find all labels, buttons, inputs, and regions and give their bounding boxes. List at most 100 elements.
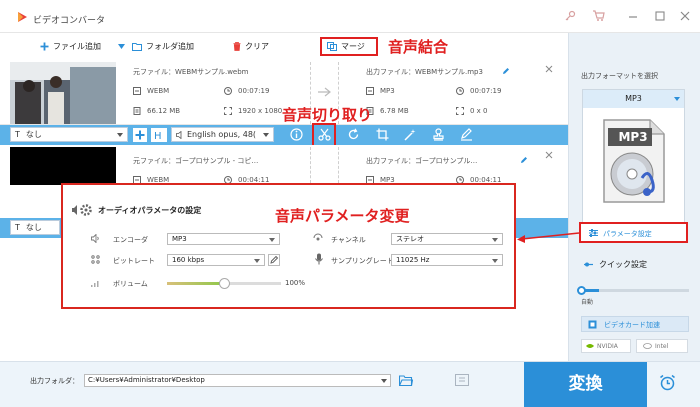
minimize-icon[interactable] bbox=[628, 10, 638, 22]
volume-slider-track[interactable] bbox=[167, 278, 281, 289]
bitrate-select[interactable]: 160 kbps bbox=[167, 254, 265, 266]
output-filename-2: ゴープロサンプル… bbox=[415, 157, 478, 165]
scissors-cut-icon[interactable] bbox=[318, 128, 331, 141]
dropdown-arrow-icon bbox=[492, 259, 498, 263]
effects-wand-icon[interactable] bbox=[404, 128, 417, 141]
merge-button[interactable]: マージ bbox=[327, 41, 365, 52]
add-file-button[interactable]: ファイル追加 bbox=[40, 41, 101, 52]
cart-icon[interactable] bbox=[592, 10, 605, 22]
convert-button[interactable]: 変換 bbox=[524, 362, 647, 407]
samplerate-label: サンプリングレート bbox=[331, 257, 394, 265]
format-name: MP3 bbox=[583, 90, 684, 108]
speaker-icon bbox=[176, 130, 184, 139]
resolution-icon bbox=[456, 107, 464, 115]
clock-icon bbox=[456, 87, 464, 95]
plus-icon bbox=[40, 42, 49, 51]
clear-button[interactable]: クリア bbox=[233, 41, 269, 52]
dropdown-arrow-icon bbox=[263, 133, 269, 137]
add-folder-label: フォルダ追加 bbox=[146, 42, 194, 51]
title-bar: ビデオコンバータ bbox=[0, 0, 700, 33]
folder-open-icon[interactable] bbox=[399, 375, 413, 386]
watermark-stamp-icon[interactable] bbox=[432, 128, 445, 141]
output-folder-input[interactable]: C:¥Users¥Administrator¥Desktop bbox=[84, 374, 391, 387]
key-icon[interactable] bbox=[564, 10, 576, 22]
source-resolution-1: 1920 x 1080 bbox=[238, 107, 283, 115]
crop-icon[interactable] bbox=[376, 128, 389, 141]
edit-pencil-icon[interactable] bbox=[502, 67, 510, 75]
microphone-icon bbox=[315, 253, 323, 265]
parameter-settings-button[interactable]: パラメータ設定 bbox=[579, 222, 688, 243]
close-icon[interactable] bbox=[680, 10, 690, 22]
dropdown-arrow-icon bbox=[269, 238, 275, 242]
alarm-clock-icon[interactable] bbox=[659, 374, 676, 391]
filesize-icon bbox=[133, 107, 141, 115]
audio-settings-gear-icon bbox=[71, 203, 93, 217]
app-logo-icon bbox=[16, 11, 28, 23]
text-t-icon: T bbox=[15, 130, 20, 139]
video-thumbnail-2[interactable] bbox=[10, 147, 116, 185]
nvidia-eye-icon bbox=[586, 343, 594, 349]
quick-settings-header: クイック設定 bbox=[584, 259, 647, 270]
output-duration-1: 00:07:19 bbox=[470, 87, 502, 95]
remove-file-icon[interactable] bbox=[545, 65, 553, 73]
annotation-arrow bbox=[516, 228, 580, 244]
rotate-icon[interactable] bbox=[347, 128, 360, 141]
export-icon[interactable] bbox=[455, 374, 469, 386]
intel-logo-icon bbox=[643, 343, 652, 349]
gpu-accel-toggle[interactable]: ビデオカード加速 bbox=[581, 316, 689, 332]
audio-track-select[interactable]: English opus, 48( bbox=[171, 127, 274, 142]
samplerate-select[interactable]: 11025 Hz bbox=[391, 254, 503, 266]
file-action-bar: T なし H English opus, 48( bbox=[0, 123, 568, 147]
parameter-settings-label: パラメータ設定 bbox=[603, 230, 652, 238]
format-dropdown-icon[interactable] bbox=[674, 97, 680, 101]
volume-value: 100% bbox=[285, 279, 306, 287]
remove-file-icon[interactable] bbox=[545, 151, 553, 159]
format-card[interactable]: MP3 MP3 bbox=[582, 89, 685, 237]
output-folder-label: 出力フォルダ： bbox=[30, 377, 79, 385]
nvidia-label: NVIDIA bbox=[597, 342, 618, 350]
dropdown-arrow-icon bbox=[254, 259, 260, 263]
gpu-icon bbox=[588, 320, 597, 329]
add-folder-button[interactable]: フォルダ追加 bbox=[132, 41, 194, 52]
sliders-icon bbox=[589, 229, 598, 237]
bitrate-edit-button[interactable] bbox=[268, 254, 280, 266]
output-folder-dropdown-icon[interactable] bbox=[381, 379, 387, 383]
maximize-icon[interactable] bbox=[655, 10, 665, 22]
subtitle-h-icon[interactable]: H bbox=[151, 128, 167, 142]
format-icon bbox=[133, 87, 141, 95]
encoder-select[interactable]: MP3 bbox=[167, 233, 280, 245]
volume-label: ボリューム bbox=[113, 280, 148, 288]
dropdown-arrow-icon bbox=[492, 238, 498, 242]
output-resolution-1: 0 x 0 bbox=[470, 107, 488, 115]
add-file-label: ファイル追加 bbox=[53, 42, 101, 51]
intel-label: Intel bbox=[655, 342, 669, 350]
channel-select[interactable]: ステレオ bbox=[391, 233, 503, 245]
clock-icon bbox=[224, 87, 232, 95]
format-icon bbox=[366, 87, 374, 95]
info-icon[interactable] bbox=[290, 128, 303, 141]
quick-settings-icon bbox=[584, 261, 593, 268]
output-format-panel: 出力フォーマットを選択 MP3 MP3 パラメータ設定 クイック設定 自動 ビデ… bbox=[568, 33, 700, 361]
nvidia-badge[interactable]: NVIDIA bbox=[581, 339, 631, 353]
add-subtitle-button[interactable] bbox=[133, 128, 147, 142]
source-duration-1: 00:07:19 bbox=[238, 87, 270, 95]
quick-settings-label: クイック設定 bbox=[599, 260, 647, 269]
quality-slider-handle[interactable] bbox=[577, 286, 586, 295]
bottom-bar: 出力フォルダ： C:¥Users¥Administrator¥Desktop 変… bbox=[0, 361, 700, 407]
auto-label: 自動 bbox=[581, 299, 594, 306]
video-thumbnail-1[interactable] bbox=[10, 62, 116, 124]
mp3-icon-label: MP3 bbox=[618, 130, 648, 144]
bitrate-icon bbox=[91, 255, 100, 264]
arrow-right-icon bbox=[318, 86, 332, 98]
subtitle-select[interactable]: T なし bbox=[10, 127, 128, 142]
edit-pencil-icon[interactable] bbox=[520, 156, 528, 164]
source-size-1: 66.12 MB bbox=[147, 107, 181, 115]
subtitle-select-2[interactable]: T なし bbox=[10, 220, 60, 235]
merge-label: マージ bbox=[341, 42, 365, 51]
subtitle-edit-icon[interactable] bbox=[460, 128, 473, 141]
volume-slider-handle[interactable] bbox=[219, 278, 230, 289]
add-file-dropdown-icon[interactable] bbox=[118, 44, 125, 49]
volume-slider-fill bbox=[167, 282, 224, 285]
intel-badge[interactable]: Intel bbox=[636, 339, 688, 353]
merge-annotation: 音声結合 bbox=[388, 38, 449, 56]
